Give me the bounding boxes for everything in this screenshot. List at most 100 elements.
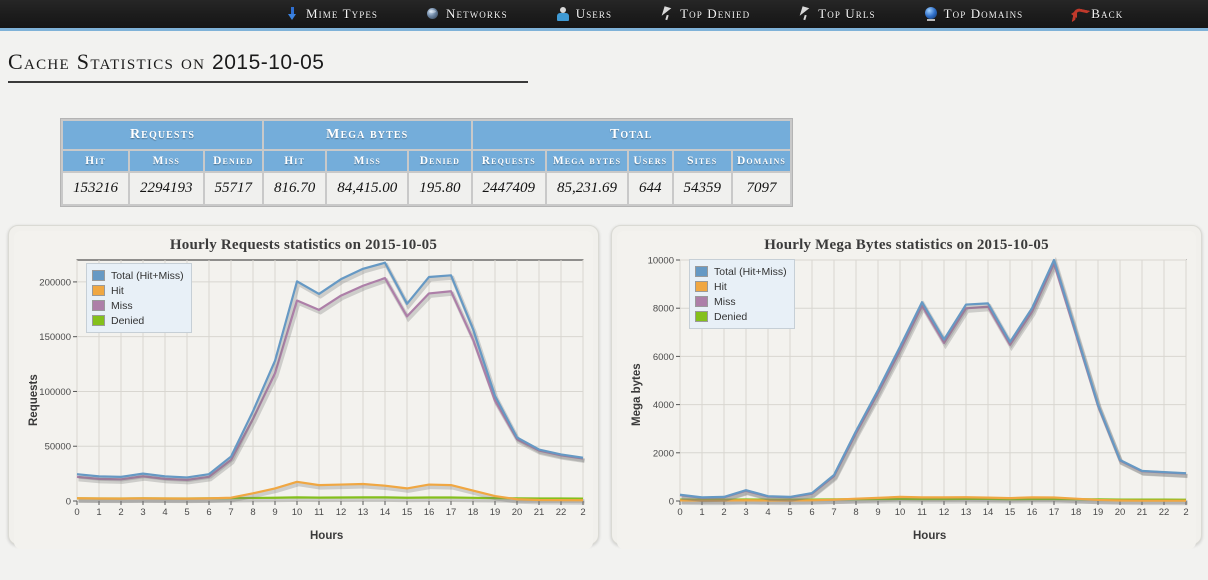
nav-item-top-domains[interactable]: Top Domains	[924, 6, 1024, 22]
x-axis-tick-label: 6	[809, 507, 814, 518]
legend-label: Denied	[714, 310, 748, 323]
legend-item: Denied	[695, 309, 787, 324]
x-axis-tick-label: 3	[743, 507, 748, 518]
x-axis-tick-label: 8	[250, 507, 255, 518]
hourly-requests-chart-title: Hourly Requests statistics on 2015-10-05	[169, 237, 438, 253]
table-cell: 153216	[63, 173, 128, 204]
legend-item: Hit	[695, 279, 787, 294]
legend-color-swatch	[92, 300, 105, 311]
x-axis-tick-label: 1	[699, 507, 704, 518]
cache-statistics-table: Requests Mega bytes Total Hit Miss Denied Hit…	[60, 118, 793, 207]
hourly-megabytes-panel-inner: Hourly Mega Bytes statistics on 2015-10-…	[617, 231, 1196, 549]
y-axis-tick-label: 50000	[45, 442, 71, 453]
x-axis-tick-label: 11	[917, 507, 927, 518]
cursor-arrow-icon	[798, 6, 812, 22]
hourly-megabytes-chart-panel: Hourly Mega Bytes statistics on 2015-10-…	[611, 225, 1202, 549]
legend-color-swatch	[92, 270, 105, 281]
legend-item: Miss	[695, 294, 787, 309]
x-axis-tick-label: 22	[1159, 507, 1170, 518]
legend-item: Miss	[92, 298, 184, 313]
cursor-arrow-icon	[660, 6, 674, 22]
table-group-header: Total	[472, 121, 790, 149]
x-axis-tick-label: 10	[895, 507, 906, 518]
table-cell: 85,231.69	[547, 173, 627, 204]
legend-color-swatch	[695, 296, 708, 307]
x-axis-tick-label: 2	[721, 507, 726, 518]
x-axis-tick-label: 9	[272, 507, 277, 518]
legend-label: Total (Hit+Miss)	[111, 269, 184, 282]
y-axis-tick-label: 2000	[653, 448, 674, 459]
x-axis-tick-label: 4	[765, 507, 770, 518]
x-axis-tick-label: 0	[677, 507, 682, 518]
table-column-header: Domains	[733, 151, 790, 171]
legend-item: Hit	[92, 283, 184, 298]
legend-color-swatch	[92, 285, 105, 296]
page-title-date: 2015-10-05	[212, 51, 325, 74]
y-axis-tick-label: 8000	[653, 304, 674, 315]
x-axis-tick-label: 11	[314, 507, 324, 518]
y-axis-tick-label: 6000	[653, 352, 674, 363]
hourly-megabytes-chart-title: Hourly Mega Bytes statistics on 2015-10-…	[764, 237, 1049, 253]
x-axis-tick-label: 19	[1093, 507, 1104, 518]
charts-container: Hourly Requests statistics on 2015-10-05…	[0, 225, 1208, 549]
statistics-table-container: Requests Mega bytes Total Hit Miss Denied Hit…	[0, 118, 1208, 207]
x-axis-tick-label: 4	[162, 507, 167, 518]
legend-label: Total (Hit+Miss)	[714, 265, 787, 278]
table-cell: 2447409	[472, 173, 545, 204]
x-axis-tick-label: 18	[468, 507, 479, 518]
x-axis-tick-label: 15	[1005, 507, 1016, 518]
back-undo-arrow-icon	[1071, 6, 1085, 22]
x-axis-tick-label: 2	[118, 507, 123, 518]
table-sub-header-row: Hit Miss Denied Hit Miss Denied Requests Mega b…	[63, 151, 790, 171]
x-axis-tick-label: 5	[184, 507, 189, 518]
nav-item-users[interactable]: Users	[556, 6, 612, 22]
x-axis-tick-label: 17	[446, 507, 457, 518]
x-axis-tick-label: 14	[380, 507, 391, 518]
page-title: Cache Statistics on 2015-10-05	[8, 49, 324, 74]
nav-item-mime-types[interactable]: Mime Types	[286, 6, 378, 22]
x-axis-tick-label: 12	[939, 507, 950, 518]
hourly-requests-y-axis-label: Requests	[28, 373, 40, 426]
x-axis-tick-label: 21	[1137, 507, 1148, 518]
x-axis-tick-label: 13	[358, 507, 369, 518]
legend-item: Total (Hit+Miss)	[695, 264, 787, 279]
table-column-header: Sites	[673, 151, 731, 171]
nav-item-back[interactable]: Back	[1071, 6, 1123, 22]
legend-item: Denied	[92, 313, 184, 328]
table-cell: 816.70	[264, 173, 326, 204]
nav-item-networks[interactable]: Networks	[426, 6, 508, 22]
table-column-header: Denied	[204, 151, 262, 171]
x-axis-tick-label: 13	[961, 507, 972, 518]
nav-item-label: Mime Types	[306, 6, 379, 21]
mime-types-icon	[286, 6, 300, 22]
table-cell: 84,415.00	[327, 173, 408, 204]
x-axis-tick-label: 16	[424, 507, 435, 518]
legend-item: Total (Hit+Miss)	[92, 268, 184, 283]
y-axis-tick-label: 10000	[648, 256, 674, 267]
table-cell: 55717	[204, 173, 262, 204]
hourly-requests-legend: Total (Hit+Miss) Hit Miss Denied	[86, 263, 192, 333]
table-column-header: Miss	[327, 151, 408, 171]
y-axis-tick-label: 200000	[39, 277, 71, 288]
table-column-header: Denied	[409, 151, 471, 171]
x-axis-tick-label: 6	[206, 507, 211, 518]
nav-item-top-denied[interactable]: Top Denied	[660, 6, 750, 22]
x-axis-tick-label: 3	[140, 507, 145, 518]
networks-globe-icon	[426, 6, 440, 22]
x-axis-tick-label: 8	[853, 507, 858, 518]
x-axis-tick-label: 2	[580, 507, 585, 518]
table-column-header: Miss	[130, 151, 203, 171]
x-axis-tick-label: 9	[875, 507, 880, 518]
legend-color-swatch	[695, 281, 708, 292]
nav-item-top-urls[interactable]: Top Urls	[798, 6, 875, 22]
users-person-icon	[556, 6, 570, 22]
x-axis-tick-label: 12	[336, 507, 347, 518]
x-axis-tick-label: 7	[228, 507, 233, 518]
x-axis-tick-label: 14	[983, 507, 994, 518]
table-group-header: Requests	[63, 121, 262, 149]
legend-label: Denied	[111, 314, 145, 327]
hourly-mega-bytes-x-axis-label: Hours	[913, 530, 947, 542]
y-axis-tick-label: 150000	[39, 332, 71, 343]
table-cell: 195.80	[409, 173, 471, 204]
x-axis-tick-label: 17	[1049, 507, 1060, 518]
